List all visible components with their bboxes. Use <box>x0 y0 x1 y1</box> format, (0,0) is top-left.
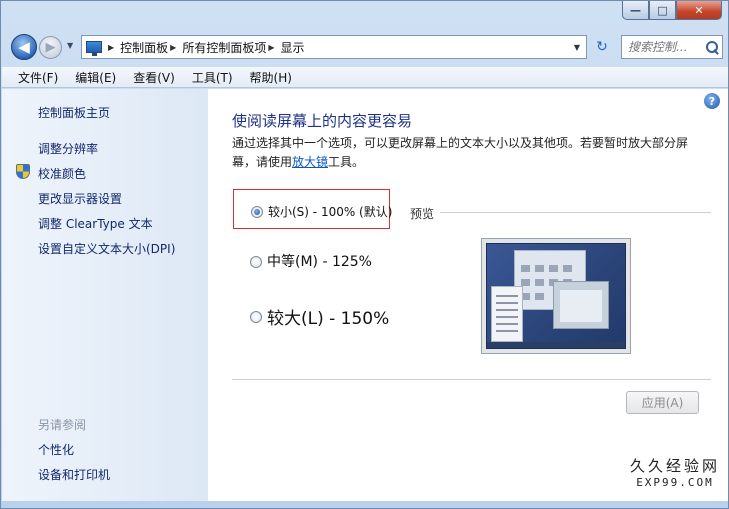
address-bar[interactable]: ▶ 控制面板 ▶ 所有控制面板项 ▶ 显示 ▼ <box>81 35 587 59</box>
maximize-button[interactable]: □ <box>649 1 676 20</box>
breadcrumb-control-panel[interactable]: 控制面板 <box>120 39 168 56</box>
radio-larger[interactable] <box>250 311 262 323</box>
preview-screen <box>486 243 626 349</box>
sidebar-link-cleartype[interactable]: 调整 ClearType 文本 <box>38 215 153 232</box>
search-box[interactable] <box>621 35 723 59</box>
see-also-heading: 另请参阅 <box>38 418 87 432</box>
option-medium-label[interactable]: 中等(M) - 125% <box>267 251 372 271</box>
content-divider <box>232 379 711 380</box>
page-title: 使阅读屏幕上的内容更容易 <box>232 112 413 130</box>
breadcrumb-all-items[interactable]: 所有控制面板项 <box>182 39 266 56</box>
option-smaller-label[interactable]: 较小(S) - 100% (默认) <box>268 203 392 220</box>
preview-taskbar <box>487 342 625 348</box>
sidebar-link-personalization[interactable]: 个性化 <box>38 441 74 458</box>
breadcrumb-display[interactable]: 显示 <box>281 39 305 56</box>
minimize-button[interactable]: — <box>622 1 649 20</box>
page-description: 通过选择其中一个选项，可以更改屏幕上的文本大小以及其他项。若要暂时放大部分屏幕，… <box>232 134 702 172</box>
sidebar-link-resolution[interactable]: 调整分辨率 <box>38 140 98 157</box>
help-icon[interactable]: ? <box>704 93 720 109</box>
preview-window-front <box>553 281 609 329</box>
preview-divider <box>440 212 711 213</box>
main-content: ? 使阅读屏幕上的内容更容易 通过选择其中一个选项，可以更改屏幕上的文本大小以及… <box>208 89 728 501</box>
menu-edit[interactable]: 编辑(E) <box>75 69 116 86</box>
magnifier-link[interactable]: 放大镜 <box>292 155 328 169</box>
sidebar-link-home[interactable]: 控制面板主页 <box>38 104 110 121</box>
menu-file[interactable]: 文件(F) <box>18 69 58 86</box>
option-larger-label[interactable]: 较大(L) - 150% <box>267 304 389 329</box>
close-button[interactable]: ✕ <box>676 1 722 20</box>
shield-icon <box>16 164 30 179</box>
description-text-end: 工具。 <box>328 155 365 169</box>
refresh-button[interactable]: ↻ <box>591 36 613 58</box>
address-dropdown-chevron-down-icon[interactable]: ▼ <box>574 43 580 52</box>
watermark: 久久经验网 EXP99.COM <box>630 455 720 489</box>
recent-pages-chevron-down-icon[interactable]: ▼ <box>67 41 73 50</box>
control-panel-icon <box>86 41 102 56</box>
apply-button[interactable]: 应用(A) <box>626 391 699 414</box>
navigation-bar: ◀ ▶ ▼ ▶ 控制面板 ▶ 所有控制面板项 ▶ 显示 ▼ ↻ <box>9 33 723 61</box>
chevron-right-icon[interactable]: ▶ <box>170 43 176 52</box>
chevron-right-icon[interactable]: ▶ <box>268 43 274 52</box>
menu-view[interactable]: 查看(V) <box>133 69 175 86</box>
radio-medium[interactable] <box>250 256 262 268</box>
watermark-line-2: EXP99.COM <box>636 476 714 489</box>
sidebar-link-custom-dpi[interactable]: 设置自定义文本大小(DPI) <box>38 240 175 257</box>
caption-buttons: — □ ✕ <box>622 1 722 20</box>
search-icon[interactable] <box>706 40 718 54</box>
menu-help[interactable]: 帮助(H) <box>250 69 292 86</box>
sidebar-link-display-settings[interactable]: 更改显示器设置 <box>38 190 122 207</box>
chevron-right-icon[interactable]: ▶ <box>108 43 114 52</box>
back-button[interactable]: ◀ <box>11 34 37 60</box>
preview-window-list <box>491 286 523 342</box>
menu-tools[interactable]: 工具(T) <box>192 69 233 86</box>
sidebar-link-devices-printers[interactable]: 设备和打印机 <box>38 466 110 483</box>
search-input[interactable] <box>628 40 706 54</box>
sidebar: 控制面板主页 调整分辨率 校准颜色 更改显示器设置 调整 ClearType 文… <box>2 89 208 501</box>
radio-smaller[interactable] <box>251 206 263 218</box>
window: — □ ✕ ◀ ▶ ▼ ▶ 控制面板 ▶ 所有控制面板项 ▶ 显示 ▼ ↻ 文件… <box>0 0 729 509</box>
forward-button[interactable]: ▶ <box>39 36 62 59</box>
menu-bar: 文件(F) 编辑(E) 查看(V) 工具(T) 帮助(H) <box>2 67 728 88</box>
preview-label: 预览 <box>410 207 435 221</box>
watermark-line-1: 久久经验网 <box>629 457 720 475</box>
sidebar-link-calibrate-color[interactable]: 校准颜色 <box>38 165 86 182</box>
preview-image <box>481 238 631 354</box>
